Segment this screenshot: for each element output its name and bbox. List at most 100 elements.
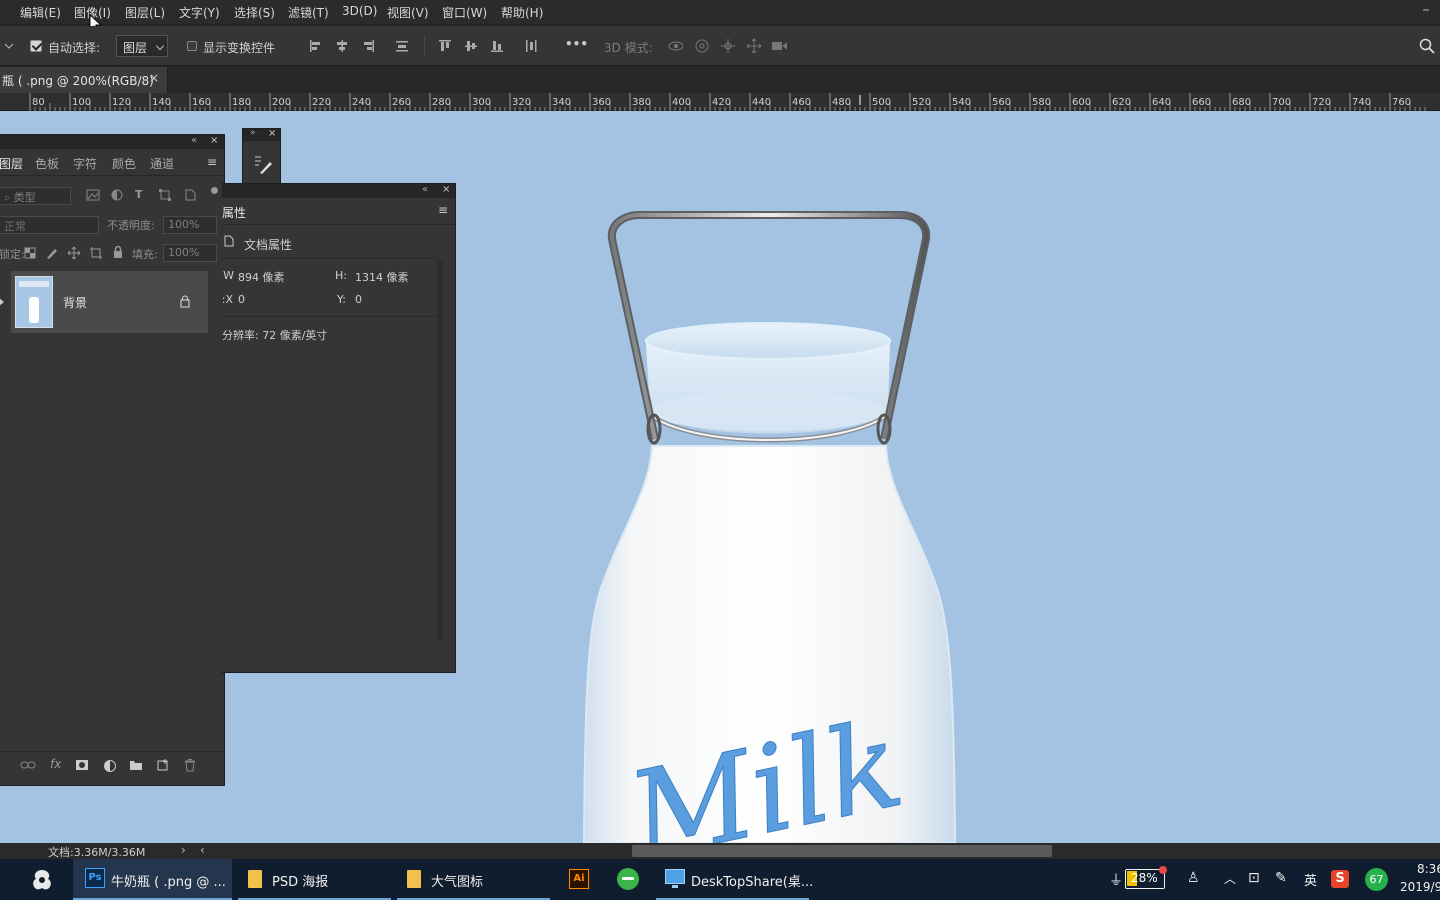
taskbar-desktopshare[interactable]: DeskTopShare(桌... [656,859,813,900]
close-tab-icon[interactable]: × [149,71,159,85]
tab-swatches[interactable]: 色板 [35,155,59,172]
filter-pixel-icon[interactable] [86,188,100,202]
minimize-button[interactable]: – [1418,3,1434,20]
layer-style-fx-icon[interactable]: fx [50,757,61,771]
properties-scrollbar[interactable] [437,260,443,640]
filter-shape-icon[interactable] [158,188,172,202]
3d-drag-icon[interactable] [720,38,736,54]
taskbar-folder-icons[interactable]: 大气图标 [397,859,550,900]
search-icon[interactable] [1419,38,1435,54]
add-mask-icon[interactable] [75,759,89,771]
sogou-input-icon[interactable]: S [1331,870,1349,888]
align-top-icon[interactable] [437,38,453,54]
opacity-input[interactable]: 100% [163,216,217,234]
taskbar-illustrator[interactable]: Ai [560,859,598,900]
menu-type[interactable]: 文字(Y) [179,4,220,21]
layer-row-background[interactable]: 背景 [11,271,208,333]
show-transform-checkbox[interactable] [187,41,197,51]
document-size-status[interactable]: 文档:3.36M/3.36M [48,844,145,860]
clock-time[interactable]: 8:36 [1417,862,1440,876]
align-hcenter-icon[interactable] [334,38,350,54]
align-left-icon[interactable] [308,38,324,54]
clock-date[interactable]: 2019/9 [1400,880,1440,894]
menu-edit[interactable]: 编辑(E) [20,4,61,21]
align-bottom-icon[interactable] [489,38,505,54]
filter-smart-object-icon[interactable] [183,188,197,202]
close-panel-icon[interactable]: × [210,135,218,146]
3d-roll-icon[interactable] [694,38,710,54]
3d-slide-icon[interactable] [746,38,762,54]
distribute-vertical-icon[interactable] [394,38,410,54]
input-method-indicator[interactable]: 英 [1304,870,1317,889]
properties-menu-icon[interactable]: ≡ [438,203,448,217]
filter-toggle-icon[interactable] [211,187,218,194]
width-value[interactable]: 894 像素 [238,269,285,285]
collapse-panel-icon[interactable]: « [191,135,197,146]
menu-window[interactable]: 窗口(W) [442,4,487,21]
lock-transparent-icon[interactable] [23,246,37,260]
delete-layer-trash-icon[interactable] [183,758,197,772]
more-options-button[interactable]: ••• [565,37,588,51]
3d-camera-icon[interactable] [771,38,787,54]
align-vcenter-icon[interactable] [463,38,479,54]
horizontal-ruler[interactable]: 80 100 120 140 160 180 200 220 240 260 280 300 320 34… [0,93,1440,111]
menu-layer[interactable]: 图层(L) [125,4,165,21]
notification-badge[interactable]: 67 [1365,868,1388,891]
tab-character[interactable]: 字符 [73,155,97,172]
tab-color[interactable]: 颜色 [112,155,136,172]
auto-select-checkbox[interactable] [30,40,42,52]
ruler-tick-label: 160 [192,97,211,108]
height-value[interactable]: 1314 像素 [355,269,409,285]
menu-select[interactable]: 选择(S) [234,4,275,21]
3d-orbit-icon[interactable] [667,38,683,54]
lock-artboard-icon[interactable] [89,246,103,260]
pen-icon[interactable]: ✎ [1275,870,1287,886]
status-expand-chevron-icon[interactable]: › [181,843,186,857]
close-properties-icon[interactable]: × [442,184,450,195]
panel-menu-icon[interactable]: ≡ [207,155,217,169]
filter-adjustment-icon[interactable] [110,188,124,202]
lock-position-icon[interactable] [67,246,81,260]
expand-panel-icon[interactable]: » [250,128,256,138]
new-group-folder-icon[interactable] [129,759,143,771]
scroll-left-chevron-icon[interactable]: ‹ [200,843,205,857]
start-menu-icon[interactable] [30,868,54,892]
document-tab-label: 瓶 ( .png @ 200%(RGB/8) [2,74,154,88]
taskbar-photoshop[interactable]: Ps 牛奶瓶 ( .png @ ... [73,859,232,900]
blend-mode-dropdown[interactable]: 正常 [0,216,99,234]
tool-preset-chevron-icon[interactable] [4,42,14,50]
show-hidden-icons-chevron-icon[interactable]: ︿ [1224,870,1236,887]
x-value[interactable]: 0 [238,293,245,306]
layer-filter-dropdown[interactable]: ⌕ 类型 [0,187,71,205]
tab-layers[interactable]: 图层 [0,155,23,172]
people-icon[interactable]: ♙ [1187,870,1200,886]
distribute-horizontal-icon[interactable] [523,38,539,54]
lock-all-icon[interactable] [111,245,125,259]
brush-settings-icon[interactable] [252,153,274,175]
horizontal-scrollbar-thumb[interactable] [632,845,1052,857]
menu-view[interactable]: 视图(V) [387,4,429,21]
menu-3d[interactable]: 3D(D) [342,4,377,18]
align-right-icon[interactable] [360,38,376,54]
y-label: Y: [337,293,346,306]
filter-type-icon[interactable]: T [135,188,143,201]
tab-channels[interactable]: 通道 [150,155,174,172]
new-adjustment-layer-icon[interactable] [103,759,117,773]
taskbar-desktopshare-label: DeskTopShare(桌... [691,875,814,890]
close-mini-panel-icon[interactable]: × [268,128,276,139]
collapse-properties-icon[interactable]: « [422,184,428,195]
link-layers-icon[interactable] [20,759,36,771]
fill-input[interactable]: 100% [163,244,217,262]
power-plug-icon[interactable]: ⏚ [1109,870,1123,890]
menu-help[interactable]: 帮助(H) [501,4,543,21]
taskbar-folder-psd[interactable]: PSD 海报 [238,859,391,900]
layer-visibility-icon[interactable] [0,297,5,307]
auto-select-target-dropdown[interactable]: 图层 [116,35,168,57]
lock-image-brush-icon[interactable] [45,246,59,260]
new-layer-icon[interactable] [156,758,170,772]
menu-filter[interactable]: 滤镜(T) [288,4,329,21]
network-icon[interactable]: ⊡ [1248,870,1260,886]
taskbar-browser[interactable] [608,859,646,900]
y-value[interactable]: 0 [355,293,362,306]
document-tab[interactable]: 瓶 ( .png @ 200%(RGB/8) × [0,67,168,93]
